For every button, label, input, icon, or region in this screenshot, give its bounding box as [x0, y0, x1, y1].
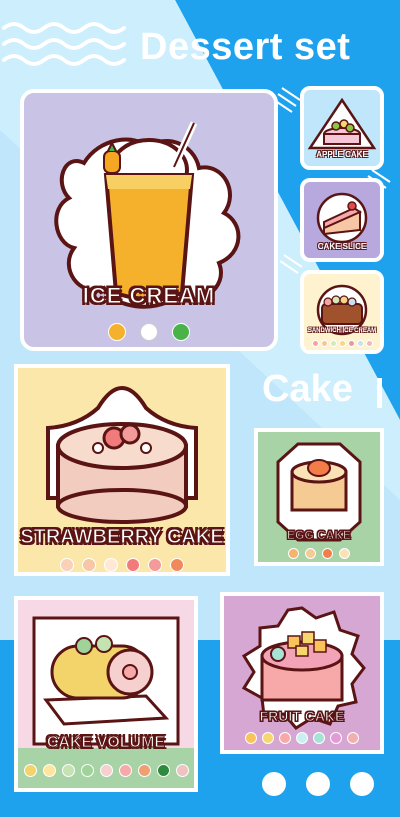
color-swatches: [304, 340, 380, 347]
product-card-fruit-cake[interactable]: FRUIT CAKE: [220, 592, 384, 754]
product-label: SANDWICH ICE CREAM: [307, 328, 377, 334]
swatch[interactable]: [347, 732, 359, 744]
egg-cake-illustration: [276, 442, 362, 542]
swatch[interactable]: [313, 732, 325, 744]
swatch[interactable]: [262, 732, 274, 744]
product-card-sandwich-ice-cream[interactable]: SANDWICH ICE CREAM: [300, 270, 384, 354]
swatch[interactable]: [80, 764, 94, 777]
swatch[interactable]: [329, 340, 337, 347]
product-label: EGG CAKE: [286, 528, 351, 543]
swatch[interactable]: [148, 558, 162, 572]
color-swatches: [18, 764, 194, 777]
color-swatches: [224, 732, 380, 744]
swatch[interactable]: [311, 340, 319, 347]
section-title: Cake: [262, 368, 353, 410]
swatch[interactable]: [279, 732, 291, 744]
pager: [262, 772, 374, 796]
swatch[interactable]: [172, 323, 190, 341]
color-swatches: [258, 548, 380, 559]
product-card-ice-cream[interactable]: ICE CREAM: [20, 89, 278, 351]
pager-dot[interactable]: [306, 772, 330, 796]
swatch[interactable]: [305, 548, 316, 559]
swatch[interactable]: [60, 558, 74, 572]
section-title-bar: [377, 378, 382, 408]
swatch[interactable]: [126, 558, 140, 572]
product-card-cake-slice[interactable]: CAKE SLICE: [300, 178, 384, 262]
product-card-egg-cake[interactable]: EGG CAKE: [254, 428, 384, 566]
swatch[interactable]: [320, 340, 328, 347]
swatch[interactable]: [296, 732, 308, 744]
swatch[interactable]: [175, 764, 189, 777]
product-label: CAKE VOLUME: [46, 734, 166, 752]
swatch[interactable]: [338, 340, 346, 347]
swatch[interactable]: [356, 340, 364, 347]
color-swatches: [18, 558, 226, 572]
wave-decoration: [2, 22, 126, 66]
pager-dot[interactable]: [262, 772, 286, 796]
pager-dot[interactable]: [350, 772, 374, 796]
swatch[interactable]: [82, 558, 96, 572]
swatch[interactable]: [330, 732, 342, 744]
swatch[interactable]: [99, 764, 113, 777]
swatch[interactable]: [108, 323, 126, 341]
swatch[interactable]: [365, 340, 373, 347]
color-swatches: [24, 323, 274, 341]
swatch[interactable]: [347, 340, 355, 347]
swatch[interactable]: [137, 764, 151, 777]
product-label: APPLE CAKE: [316, 150, 368, 159]
swatch[interactable]: [140, 323, 158, 341]
swatch[interactable]: [61, 764, 75, 777]
swatch[interactable]: [245, 732, 257, 744]
product-label: CAKE SLICE: [317, 242, 367, 251]
page-title: Dessert set: [140, 26, 351, 68]
swatch[interactable]: [322, 548, 333, 559]
product-card-cake-volume[interactable]: CAKE VOLUME: [14, 596, 198, 792]
swatch[interactable]: [156, 764, 170, 777]
fruit-cake-illustration: [241, 606, 366, 730]
swatch[interactable]: [104, 558, 118, 572]
cake-volume-illustration: [32, 616, 180, 746]
swatch[interactable]: [23, 764, 37, 777]
swatch[interactable]: [339, 548, 350, 559]
swatch[interactable]: [118, 764, 132, 777]
swatch[interactable]: [42, 764, 56, 777]
swatch[interactable]: [170, 558, 184, 572]
product-label: STRAWBERRY CAKE: [20, 526, 224, 549]
swatch[interactable]: [288, 548, 299, 559]
product-label: ICE CREAM: [82, 283, 216, 309]
product-card-strawberry-cake[interactable]: STRAWBERRY CAKE: [14, 364, 230, 576]
sandwich-ice-cream-illustration: [316, 284, 368, 336]
product-card-apple-cake[interactable]: APPLE CAKE: [300, 86, 384, 170]
product-label: FRUIT CAKE: [259, 708, 345, 725]
